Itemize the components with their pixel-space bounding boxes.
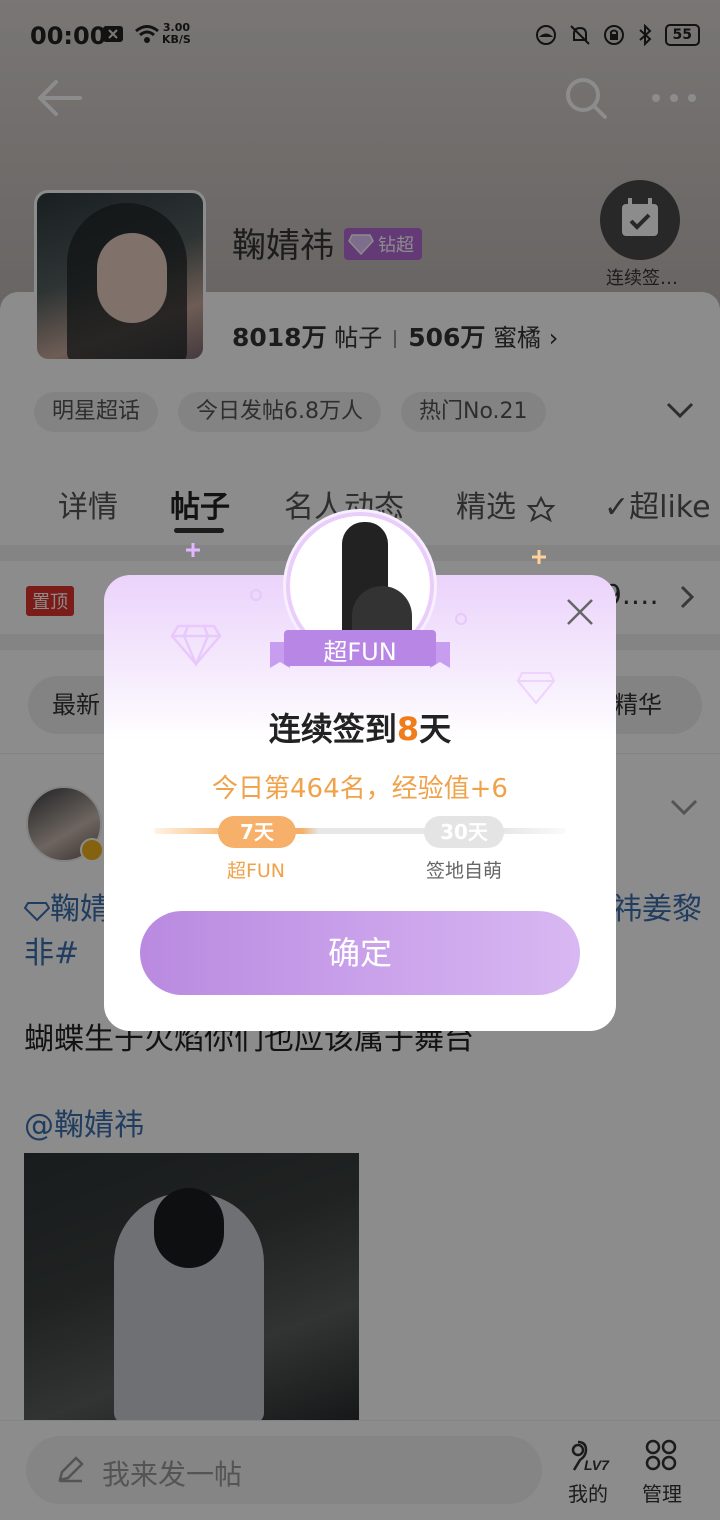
sparkle-icon — [186, 543, 200, 557]
milestone-node: 7天 — [218, 816, 296, 848]
bubble-icon — [455, 613, 467, 625]
milestone-label: 超FUN — [226, 860, 286, 882]
confirm-button[interactable]: 确定 — [140, 911, 580, 995]
dialog-title: 连续签到8天 — [104, 704, 616, 750]
dialog-title-suffix: 天 — [419, 710, 452, 748]
milestone-node: 30天 — [424, 816, 504, 848]
close-icon[interactable] — [564, 596, 596, 628]
sparkle-icon — [532, 550, 546, 564]
diamond-decoration-icon — [170, 624, 222, 668]
diamond-decoration-icon — [516, 672, 556, 705]
milestone-label: 签地自萌 — [425, 860, 502, 882]
ribbon-label: 超FUN — [323, 638, 397, 666]
dialog-title-prefix: 连续签到 — [268, 710, 397, 748]
dialog-title-days: 8 — [396, 710, 420, 748]
dialog-subtitle: 今日第464名，经验值+6 — [212, 774, 508, 804]
bubble-icon — [250, 589, 262, 601]
streak-progress-track — [154, 828, 566, 834]
